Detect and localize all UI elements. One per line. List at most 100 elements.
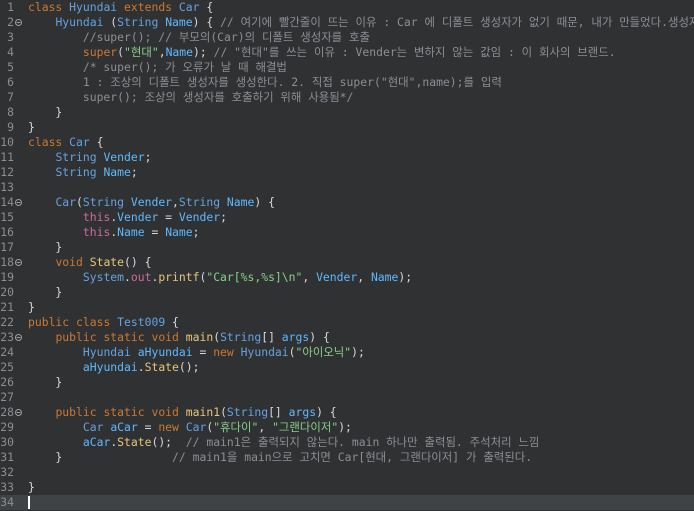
code-line[interactable]: 9} bbox=[0, 120, 694, 135]
code-line[interactable]: 34 bbox=[0, 495, 694, 510]
fold-collapse-icon[interactable] bbox=[15, 409, 22, 416]
line-gutter: 17 bbox=[0, 240, 26, 255]
code-line[interactable]: 14 Car(String Vender,String Name) { bbox=[0, 195, 694, 210]
line-gutter: 32 bbox=[0, 465, 26, 480]
line-number: 28 bbox=[0, 405, 14, 419]
line-code: Car aCar = new Car("휴다이", "그랜다이저"); bbox=[82, 420, 352, 434]
line-code: 1 : 조상의 디폴트 생성자를 생성한다. 2. 직접 super("현대",… bbox=[28, 75, 502, 89]
code-line[interactable]: 30 aCar.State(); // main1은 출력되지 않는다. mai… bbox=[0, 435, 694, 450]
code-line[interactable]: 3 //super(); // 부모의(Car)의 디폴트 생성자를 호출 bbox=[0, 30, 694, 45]
line-code: } bbox=[28, 480, 35, 494]
line-number: 31 bbox=[0, 450, 14, 464]
line-code: Hyundai (String Name) { // 여기에 빨간줄이 뜨는 이… bbox=[55, 15, 694, 29]
code-line[interactable]: 6 1 : 조상의 디폴트 생성자를 생성한다. 2. 직접 super("현대… bbox=[0, 75, 694, 90]
line-number: 33 bbox=[0, 480, 14, 494]
code-line[interactable]: 21} bbox=[0, 300, 694, 315]
line-code: public class Test009 { bbox=[28, 315, 179, 329]
line-code: } bbox=[28, 375, 63, 389]
code-line[interactable]: 27 bbox=[0, 390, 694, 405]
line-code: super(); 조상의 생성자를 호출하기 위해 사용됨*/ bbox=[28, 90, 354, 104]
line-code: super("현대",Name); // "현대"를 쓰는 이유 : Vende… bbox=[82, 45, 616, 59]
line-gutter: 30 bbox=[0, 435, 26, 450]
line-gutter: 1 bbox=[0, 0, 26, 15]
code-line[interactable]: 23 public static void main(String[] args… bbox=[0, 330, 694, 345]
code-line[interactable]: 8 } bbox=[0, 105, 694, 120]
line-gutter: 31 bbox=[0, 450, 26, 465]
line-code: aHyundai.State(); bbox=[82, 360, 200, 374]
code-line[interactable]: 13 bbox=[0, 180, 694, 195]
line-code: } // main1을 main으로 고치면 Car[현대, 그랜다이저] 가 … bbox=[28, 450, 533, 464]
line-code: public static void main1(String[] args) … bbox=[55, 405, 337, 419]
line-code: class Car { bbox=[28, 135, 104, 149]
code-line[interactable]: 11 String Vender; bbox=[0, 150, 694, 165]
code-line[interactable]: 32 bbox=[0, 465, 694, 480]
line-number: 19 bbox=[0, 270, 14, 284]
line-gutter: 19 bbox=[0, 270, 26, 285]
code-line[interactable]: 4 super("현대",Name); // "현대"를 쓰는 이유 : Ven… bbox=[0, 45, 694, 60]
code-line[interactable]: 28 public static void main1(String[] arg… bbox=[0, 405, 694, 420]
line-gutter: 12 bbox=[0, 165, 26, 180]
code-line[interactable]: 17 } bbox=[0, 240, 694, 255]
line-number: 8 bbox=[7, 105, 14, 119]
code-line[interactable]: 26 } bbox=[0, 375, 694, 390]
line-number: 13 bbox=[0, 180, 14, 194]
line-number: 3 bbox=[7, 30, 14, 44]
line-gutter: 34 bbox=[0, 495, 26, 510]
code-line[interactable]: 25 aHyundai.State(); bbox=[0, 360, 694, 375]
line-gutter: 2 bbox=[0, 15, 26, 30]
line-number: 20 bbox=[0, 285, 14, 299]
line-gutter: 23 bbox=[0, 330, 26, 345]
code-line[interactable]: 19 System.out.printf("Car[%s,%s]\n", Ven… bbox=[0, 270, 694, 285]
line-gutter: 25 bbox=[0, 360, 26, 375]
line-gutter: 3 bbox=[0, 30, 26, 45]
code-line[interactable]: 1 class Hyundai extends Car { bbox=[0, 0, 694, 15]
line-gutter: 24 bbox=[0, 345, 26, 360]
fold-collapse-icon[interactable] bbox=[15, 334, 22, 341]
code-editor[interactable]: 1 class Hyundai extends Car {2 Hyundai (S… bbox=[0, 0, 694, 511]
line-number: 29 bbox=[0, 420, 14, 434]
line-number: 18 bbox=[0, 255, 14, 269]
code-line[interactable]: 20 } bbox=[0, 285, 694, 300]
code-line[interactable]: 10 class Car { bbox=[0, 135, 694, 150]
line-gutter: 6 bbox=[0, 75, 26, 90]
line-gutter: 21 bbox=[0, 300, 26, 315]
line-gutter: 28 bbox=[0, 405, 26, 420]
line-number: 30 bbox=[0, 435, 14, 449]
code-line[interactable]: 22 public class Test009 { bbox=[0, 315, 694, 330]
line-code: this.Vender = Vender; bbox=[82, 210, 227, 224]
line-number: 5 bbox=[7, 60, 14, 74]
line-code: String Vender; bbox=[55, 150, 152, 164]
code-line[interactable]: 15 this.Vender = Vender; bbox=[0, 210, 694, 225]
line-number: 27 bbox=[0, 390, 14, 404]
fold-collapse-icon[interactable] bbox=[15, 259, 22, 266]
line-code: aCar.State(); // main1은 출력되지 않는다. main 하… bbox=[82, 435, 540, 449]
line-gutter: 33 bbox=[0, 480, 26, 495]
line-gutter: 8 bbox=[0, 105, 26, 120]
code-line[interactable]: 2 Hyundai (String Name) { // 여기에 빨간줄이 뜨는… bbox=[0, 15, 694, 30]
fold-collapse-icon[interactable] bbox=[15, 19, 22, 26]
line-gutter: 18 bbox=[0, 255, 26, 270]
line-code: System.out.printf("Car[%s,%s]\n", Vender… bbox=[82, 270, 413, 284]
line-number: 15 bbox=[0, 210, 14, 224]
line-gutter: 22 bbox=[0, 315, 26, 330]
code-line[interactable]: 33} bbox=[0, 480, 694, 495]
code-line[interactable]: 31 } // main1을 main으로 고치면 Car[현대, 그랜다이저]… bbox=[0, 450, 694, 465]
code-line[interactable]: 18 void State() { bbox=[0, 255, 694, 270]
line-number: 6 bbox=[7, 75, 14, 89]
code-line[interactable]: 5 /* super(); 가 오류가 날 때 해결법 bbox=[0, 60, 694, 75]
code-line[interactable]: 12 String Name; bbox=[0, 165, 694, 180]
line-gutter: 26 bbox=[0, 375, 26, 390]
code-line[interactable]: 16 this.Name = Name; bbox=[0, 225, 694, 240]
text-cursor bbox=[28, 496, 30, 509]
fold-collapse-icon[interactable] bbox=[15, 199, 22, 206]
line-number: 14 bbox=[0, 195, 14, 209]
line-number: 4 bbox=[7, 45, 14, 59]
line-gutter: 5 bbox=[0, 60, 26, 75]
line-gutter: 10 bbox=[0, 135, 26, 150]
code-line[interactable]: 29 Car aCar = new Car("휴다이", "그랜다이저"); bbox=[0, 420, 694, 435]
line-code: class Hyundai extends Car { bbox=[28, 0, 214, 14]
line-gutter: 15 bbox=[0, 210, 26, 225]
code-line[interactable]: 24 Hyundai aHyundai = new Hyundai("아이오닉"… bbox=[0, 345, 694, 360]
code-line[interactable]: 7 super(); 조상의 생성자를 호출하기 위해 사용됨*/ bbox=[0, 90, 694, 105]
line-code: /* super(); 가 오류가 날 때 해결법 bbox=[28, 60, 287, 74]
